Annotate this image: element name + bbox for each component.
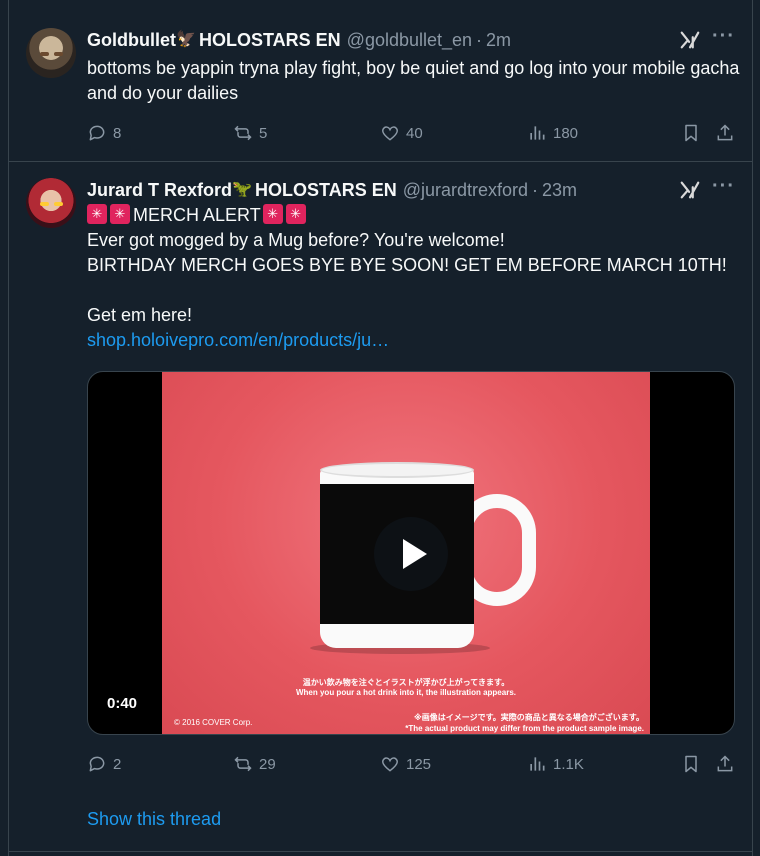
views-button[interactable]: 1.1K: [527, 752, 584, 776]
text-line: BIRTHDAY MERCH GOES BYE BYE SOON! GET EM…: [87, 255, 727, 275]
views-count: 1.1K: [553, 755, 584, 773]
heart-icon: [381, 757, 399, 772]
user-handle[interactable]: @jurardtrexford: [403, 180, 528, 201]
show-thread-link[interactable]: Show this thread: [87, 809, 221, 830]
avatar[interactable]: [26, 178, 76, 228]
bookmark-icon: [685, 124, 697, 142]
text-line: MERCH ALERT: [87, 203, 747, 228]
like-count: 125: [406, 755, 432, 773]
retweet-count: 29: [259, 755, 276, 773]
retweet-button[interactable]: 5: [233, 121, 267, 145]
user-handle[interactable]: @goldbullet_en: [347, 30, 472, 51]
tweet[interactable]: Jurard T Rexford 🦖 HOLOSTARS EN @jurardt…: [9, 162, 753, 852]
video-caption-jp: 温かい飲み物を注ぐとイラストが浮かび上がってきます。: [302, 678, 510, 687]
share-button[interactable]: [715, 121, 741, 145]
reply-icon: [89, 125, 105, 141]
siren-emoji: [87, 204, 107, 224]
tweet-text: bottoms be yappin tryna play fight, boy …: [87, 58, 740, 103]
reply-button[interactable]: 2: [87, 752, 121, 776]
display-name-org[interactable]: HOLOSTARS EN: [199, 30, 341, 51]
share-button[interactable]: [715, 752, 741, 776]
views-icon: [530, 126, 545, 140]
reply-count: 2: [113, 755, 122, 773]
more-icon[interactable]: ···: [712, 26, 734, 51]
product-link[interactable]: shop.holoivepro.com/en/products/ju…: [87, 328, 747, 353]
dinosaur-emoji: 🦖: [232, 181, 252, 198]
retweet-icon: [234, 756, 252, 772]
video-duration: 0:40: [101, 693, 144, 714]
tweet-header: Jurard T Rexford 🦖 HOLOSTARS EN @jurardt…: [87, 179, 577, 201]
disclaimer-en: *The actual product may differ from the …: [405, 724, 644, 733]
text-line: Get em here!: [87, 305, 193, 325]
action-bar: 8 5 40 180: [87, 121, 747, 145]
tweet-header: Goldbullet 🦅 HOLOSTARS EN @goldbullet_en…: [87, 29, 511, 51]
heart-icon: [381, 126, 399, 141]
retweet-icon: [234, 125, 252, 141]
like-button[interactable]: 40: [380, 121, 423, 145]
views-count: 180: [553, 124, 579, 142]
avatar-detail: [54, 52, 63, 56]
video-disclaimer: ※画像はイメージです。実際の商品と異なる場合がございます。 *The actua…: [405, 712, 644, 734]
separator: ·: [532, 179, 539, 200]
more-icon[interactable]: ···: [712, 176, 734, 201]
views-icon: [530, 757, 545, 771]
video-player[interactable]: 温かい飲み物を注ぐとイラストが浮かび上がってきます。 When you pour…: [87, 371, 735, 735]
share-icon: [717, 124, 733, 141]
video-caption-en: When you pour a hot drink into it, the i…: [295, 688, 516, 697]
share-icon: [717, 755, 733, 772]
grok-icon[interactable]: [679, 29, 701, 51]
disclaimer-jp: ※画像はイメージです。実際の商品と異なる場合がございます。: [413, 713, 644, 722]
separator: ·: [476, 29, 483, 50]
siren-emoji: [110, 204, 130, 224]
bookmark-button[interactable]: [681, 121, 707, 145]
play-icon[interactable]: [374, 517, 448, 591]
mug-rim: [320, 462, 474, 478]
bookmark-icon: [685, 755, 697, 773]
tweet[interactable]: Goldbullet 🦅 HOLOSTARS EN @goldbullet_en…: [9, 0, 753, 162]
reply-button[interactable]: 8: [87, 121, 121, 145]
timestamp[interactable]: 2m: [486, 30, 511, 51]
bookmark-button[interactable]: [681, 752, 707, 776]
retweet-count: 5: [259, 124, 268, 142]
reply-count: 8: [113, 124, 122, 142]
display-name[interactable]: Jurard T Rexford: [87, 180, 232, 201]
siren-emoji: [262, 204, 283, 224]
display-name[interactable]: Goldbullet: [87, 30, 176, 51]
text-line: Ever got mogged by a Mug before? You're …: [87, 230, 505, 250]
avatar-detail: [40, 52, 49, 56]
avatar-detail: [54, 202, 63, 206]
timestamp[interactable]: 23m: [542, 180, 577, 201]
display-name-org[interactable]: HOLOSTARS EN: [255, 180, 397, 201]
grok-icon[interactable]: [679, 179, 701, 201]
action-bar: 2 29 125 1.1K: [87, 752, 747, 776]
merch-alert-text: MERCH ALERT: [133, 205, 261, 225]
like-button[interactable]: 125: [380, 752, 431, 776]
retweet-button[interactable]: 29: [233, 752, 276, 776]
eagle-emoji: 🦅: [176, 31, 196, 48]
tweet-text: MERCH ALERT Ever got mogged by a Mug bef…: [87, 203, 747, 353]
avatar-detail: [40, 202, 49, 206]
video-copyright: © 2016 COVER Corp.: [174, 718, 253, 727]
views-button[interactable]: 180: [527, 121, 578, 145]
reply-icon: [89, 756, 105, 772]
like-count: 40: [406, 124, 423, 142]
avatar[interactable]: [26, 28, 76, 78]
siren-emoji: [285, 204, 306, 224]
